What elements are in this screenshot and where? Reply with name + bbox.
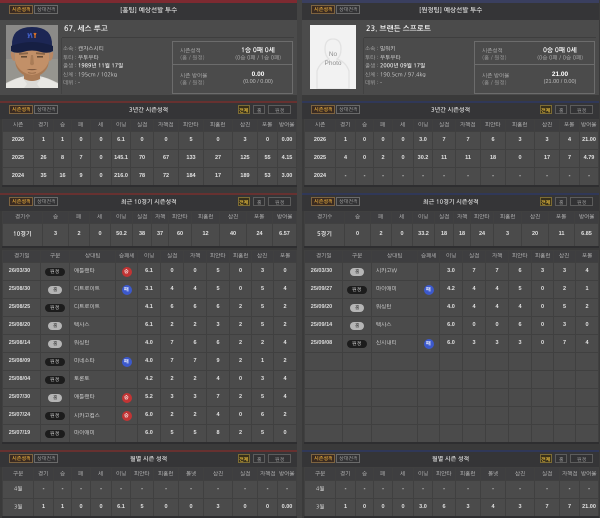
svg-text:No: No bbox=[329, 51, 338, 58]
svg-text:Photo: Photo bbox=[325, 60, 342, 67]
